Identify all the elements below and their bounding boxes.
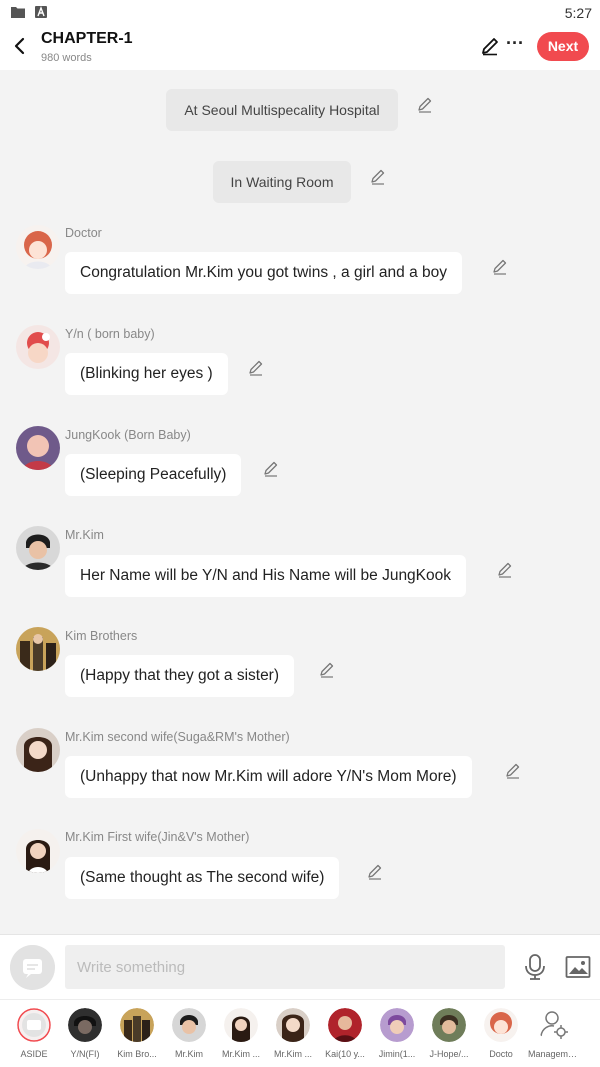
cast-character[interactable]: Docto [476, 1008, 526, 1064]
cast-character[interactable]: Mr.Kim ... [216, 1008, 266, 1064]
edit-icon[interactable] [319, 662, 335, 678]
avatar [484, 1008, 518, 1042]
cast-character[interactable]: Y/N(FI) [60, 1008, 110, 1064]
speaker-name: Doctor [65, 226, 102, 240]
back-arrow-icon[interactable] [10, 35, 30, 57]
speaker-name: Mr.Kim [65, 528, 104, 542]
next-button[interactable]: Next [537, 32, 589, 61]
message-bubble[interactable]: (Same thought as The second wife) [65, 857, 340, 899]
cast-name: Mr.Kim ... [222, 1049, 260, 1059]
edit-icon[interactable] [263, 461, 279, 477]
folder-icon [11, 7, 25, 18]
microphone-icon[interactable] [523, 953, 547, 981]
cast-name: J-Hope/... [429, 1049, 469, 1059]
avatar [432, 1008, 466, 1042]
message-bubble[interactable]: (Unhappy that now Mr.Kim will adore Y/N'… [65, 756, 472, 798]
cast-character[interactable]: Mr.Kim [164, 1008, 214, 1064]
cast-name: Jimin(1... [378, 1049, 416, 1059]
image-icon[interactable] [565, 955, 591, 979]
avatar [120, 1008, 154, 1042]
edit-icon[interactable] [367, 864, 383, 880]
cast-management[interactable]: Management [528, 1008, 580, 1064]
edit-pen-icon[interactable] [480, 36, 500, 56]
more-options-icon[interactable]: ··· [506, 33, 524, 54]
status-time: 5:27 [564, 5, 592, 21]
composer-bar [0, 934, 600, 999]
cast-name: Kai(10 y... [325, 1049, 365, 1059]
scene-note[interactable]: In Waiting Room [213, 161, 351, 203]
avatar[interactable] [16, 829, 60, 873]
character-bar: ASIDE Y/N(FI) Kim Bro... Mr.Kim Mr.Kim .… [0, 999, 600, 1067]
avatar[interactable] [16, 526, 60, 570]
word-count: 980 words [41, 52, 92, 64]
cast-name: Mr.Kim ... [274, 1049, 312, 1059]
cast-aside[interactable]: ASIDE [9, 1008, 59, 1064]
cast-name: Management [528, 1049, 580, 1059]
avatar[interactable] [16, 225, 60, 269]
message-bubble[interactable]: Congratulation Mr.Kim you got twins , a … [65, 252, 463, 294]
edit-icon[interactable] [497, 562, 513, 578]
edit-icon[interactable] [248, 360, 264, 376]
message-bubble[interactable]: Her Name will be Y/N and His Name will b… [65, 555, 467, 597]
avatar [172, 1008, 206, 1042]
avatar [380, 1008, 414, 1042]
app-a-icon [35, 6, 47, 18]
aside-icon [17, 1008, 51, 1042]
cast-name: Docto [489, 1049, 513, 1059]
avatar [68, 1008, 102, 1042]
speaker-name: Mr.Kim second wife(Suga&RM's Mother) [65, 730, 290, 744]
avatar[interactable] [16, 325, 60, 369]
avatar[interactable] [16, 728, 60, 772]
avatar[interactable] [16, 627, 60, 671]
avatar [276, 1008, 310, 1042]
user-settings-icon [540, 1011, 568, 1039]
avatar [224, 1008, 258, 1042]
chapter-title: CHAPTER-1 [41, 30, 133, 47]
cast-name: Mr.Kim [175, 1049, 203, 1059]
cast-name: ASIDE [20, 1049, 48, 1059]
cast-name: Y/N(FI) [70, 1049, 100, 1059]
edit-icon[interactable] [370, 169, 386, 185]
speaker-name: Y/n ( born baby) [65, 327, 155, 341]
speaker-name: JungKook (Born Baby) [65, 428, 191, 442]
status-bar: 5:27 [0, 0, 600, 26]
message-input[interactable] [65, 945, 505, 989]
avatar [328, 1008, 362, 1042]
cast-name: Kim Bro... [117, 1049, 157, 1059]
cast-character[interactable]: Jimin(1... [372, 1008, 422, 1064]
cast-character[interactable]: J-Hope/... [424, 1008, 474, 1064]
message-bubble[interactable]: (Sleeping Peacefully) [65, 454, 242, 496]
chapter-header: CHAPTER-1 980 words ··· Next [0, 26, 600, 70]
avatar[interactable] [16, 426, 60, 470]
speaker-name: Mr.Kim First wife(Jin&V's Mother) [65, 830, 250, 844]
aside-toggle-icon[interactable] [10, 945, 55, 990]
cast-character[interactable]: Mr.Kim ... [268, 1008, 318, 1064]
message-bubble[interactable]: (Happy that they got a sister) [65, 655, 295, 697]
edit-icon[interactable] [492, 259, 508, 275]
edit-icon[interactable] [505, 763, 521, 779]
speaker-name: Kim Brothers [65, 629, 138, 643]
edit-icon[interactable] [417, 97, 433, 113]
cast-character[interactable]: Kim Bro... [112, 1008, 162, 1064]
scene-note[interactable]: At Seoul Multispecality Hospital [166, 89, 398, 131]
cast-character[interactable]: Kai(10 y... [320, 1008, 370, 1064]
message-bubble[interactable]: (Blinking her eyes ) [65, 353, 228, 395]
